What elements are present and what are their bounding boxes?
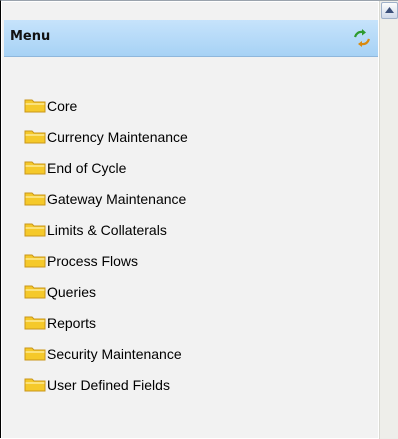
menu-panel: Menu Core Currency Maintenance End of Cy… xyxy=(2,2,378,438)
folder-icon xyxy=(24,378,46,392)
vertical-scrollbar[interactable] xyxy=(379,1,398,439)
tree-item-process-flows[interactable]: Process Flows xyxy=(24,245,188,276)
tree-item-gateway-maintenance[interactable]: Gateway Maintenance xyxy=(24,183,188,214)
tree-item-label: Process Flows xyxy=(47,252,139,269)
scroll-up-button[interactable] xyxy=(381,2,398,19)
menu-tree: Core Currency Maintenance End of Cycle G… xyxy=(24,90,188,400)
tree-item-reports[interactable]: Reports xyxy=(24,307,188,338)
folder-icon xyxy=(24,161,46,175)
refresh-arrows-icon[interactable] xyxy=(352,28,372,48)
folder-icon xyxy=(24,192,46,206)
tree-item-label: Core xyxy=(47,97,78,114)
folder-icon xyxy=(24,254,46,268)
folder-icon xyxy=(24,316,46,330)
tree-item-label: Reports xyxy=(47,314,97,331)
folder-icon xyxy=(24,130,46,144)
folder-icon xyxy=(24,223,46,237)
tree-item-user-defined-fields[interactable]: User Defined Fields xyxy=(24,369,188,400)
menu-title: Menu xyxy=(10,29,51,44)
tree-item-label: Security Maintenance xyxy=(47,345,182,362)
tree-item-currency-maintenance[interactable]: Currency Maintenance xyxy=(24,121,188,152)
tree-item-label: Limits & Collaterals xyxy=(47,221,167,238)
tree-item-label: Queries xyxy=(47,283,97,300)
tree-item-label: User Defined Fields xyxy=(47,376,170,393)
window-frame: Menu Core Currency Maintenance End of Cy… xyxy=(0,0,398,439)
tree-item-label: Currency Maintenance xyxy=(47,128,188,145)
tree-item-label: Gateway Maintenance xyxy=(47,190,187,207)
folder-icon xyxy=(24,99,46,113)
tree-item-security-maintenance[interactable]: Security Maintenance xyxy=(24,338,188,369)
tree-item-queries[interactable]: Queries xyxy=(24,276,188,307)
tree-item-end-of-cycle[interactable]: End of Cycle xyxy=(24,152,188,183)
folder-icon xyxy=(24,285,46,299)
menu-header: Menu xyxy=(4,20,378,57)
tree-item-limits-collaterals[interactable]: Limits & Collaterals xyxy=(24,214,188,245)
folder-icon xyxy=(24,347,46,361)
tree-item-core[interactable]: Core xyxy=(24,90,188,121)
tree-item-label: End of Cycle xyxy=(47,159,127,176)
arrow-up-icon xyxy=(385,7,394,13)
